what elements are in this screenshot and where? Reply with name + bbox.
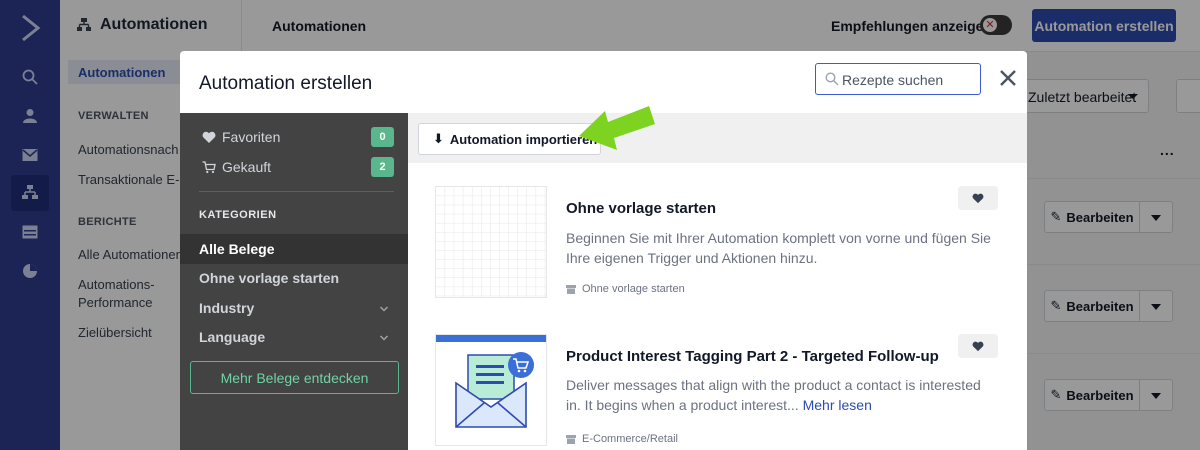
purchased-item[interactable]: Gekauft bbox=[202, 159, 271, 175]
recipe-card[interactable]: Ohne vorlage starten Beginnen Sie mit Ih… bbox=[435, 186, 998, 306]
cart-icon bbox=[202, 160, 216, 173]
import-automation-button[interactable]: ⬇ Automation importieren bbox=[418, 123, 601, 155]
category-all-recipes[interactable]: Alle Belege bbox=[180, 234, 408, 264]
heart-icon bbox=[972, 341, 984, 351]
heart-icon bbox=[972, 193, 984, 203]
recipe-tag: E-Commerce/Retail bbox=[566, 433, 678, 445]
recipe-title: Ohne vorlage starten bbox=[566, 200, 717, 217]
archive-icon bbox=[566, 284, 576, 294]
purchased-count-badge: 2 bbox=[371, 157, 394, 177]
grid-image bbox=[436, 187, 546, 297]
favorite-button[interactable] bbox=[958, 334, 998, 358]
favorites-item[interactable]: Favoriten bbox=[202, 129, 280, 145]
archive-icon bbox=[566, 434, 576, 444]
recipe-search[interactable] bbox=[815, 63, 981, 95]
envelope-cart-image bbox=[436, 335, 546, 428]
green-arrow-annotation bbox=[579, 106, 655, 150]
chevron-down-icon bbox=[379, 306, 389, 312]
divider bbox=[199, 191, 394, 192]
close-icon[interactable] bbox=[998, 68, 1018, 88]
email-thumbnail bbox=[435, 334, 547, 446]
download-icon: ⬇ bbox=[433, 131, 444, 146]
favorites-count-badge: 0 bbox=[371, 127, 394, 147]
heart-icon bbox=[202, 131, 216, 143]
favorite-button[interactable] bbox=[958, 186, 998, 210]
recipe-tag: Ohne vorlage starten bbox=[566, 283, 685, 295]
recipe-description: Deliver messages that align with the pro… bbox=[566, 377, 981, 413]
recipe-description: Beginnen Sie mit Ihrer Automation komple… bbox=[566, 230, 991, 266]
read-more-link[interactable]: Mehr lesen bbox=[803, 397, 872, 413]
recipe-sidebar: Favoriten 0 Gekauft 2 KATEGORIEN Alle Be… bbox=[180, 113, 408, 450]
category-industry[interactable]: Industry bbox=[199, 300, 254, 316]
blank-grid-thumbnail bbox=[435, 186, 547, 298]
categories-heading: KATEGORIEN bbox=[199, 209, 277, 221]
discover-more-recipes-button[interactable]: Mehr Belege entdecken bbox=[190, 361, 399, 394]
chevron-down-icon bbox=[379, 335, 389, 341]
recipe-title: Product Interest Tagging Part 2 - Target… bbox=[566, 348, 939, 365]
category-start-blank[interactable]: Ohne vorlage starten bbox=[199, 270, 339, 286]
search-icon bbox=[825, 72, 839, 86]
recipe-card[interactable]: Product Interest Tagging Part 2 - Target… bbox=[435, 334, 998, 450]
modal-toolbar: ⬇ Automation importieren bbox=[408, 113, 1027, 163]
recipe-search-input[interactable] bbox=[842, 70, 974, 90]
category-language[interactable]: Language bbox=[199, 329, 265, 345]
modal-title: Automation erstellen bbox=[199, 73, 373, 94]
